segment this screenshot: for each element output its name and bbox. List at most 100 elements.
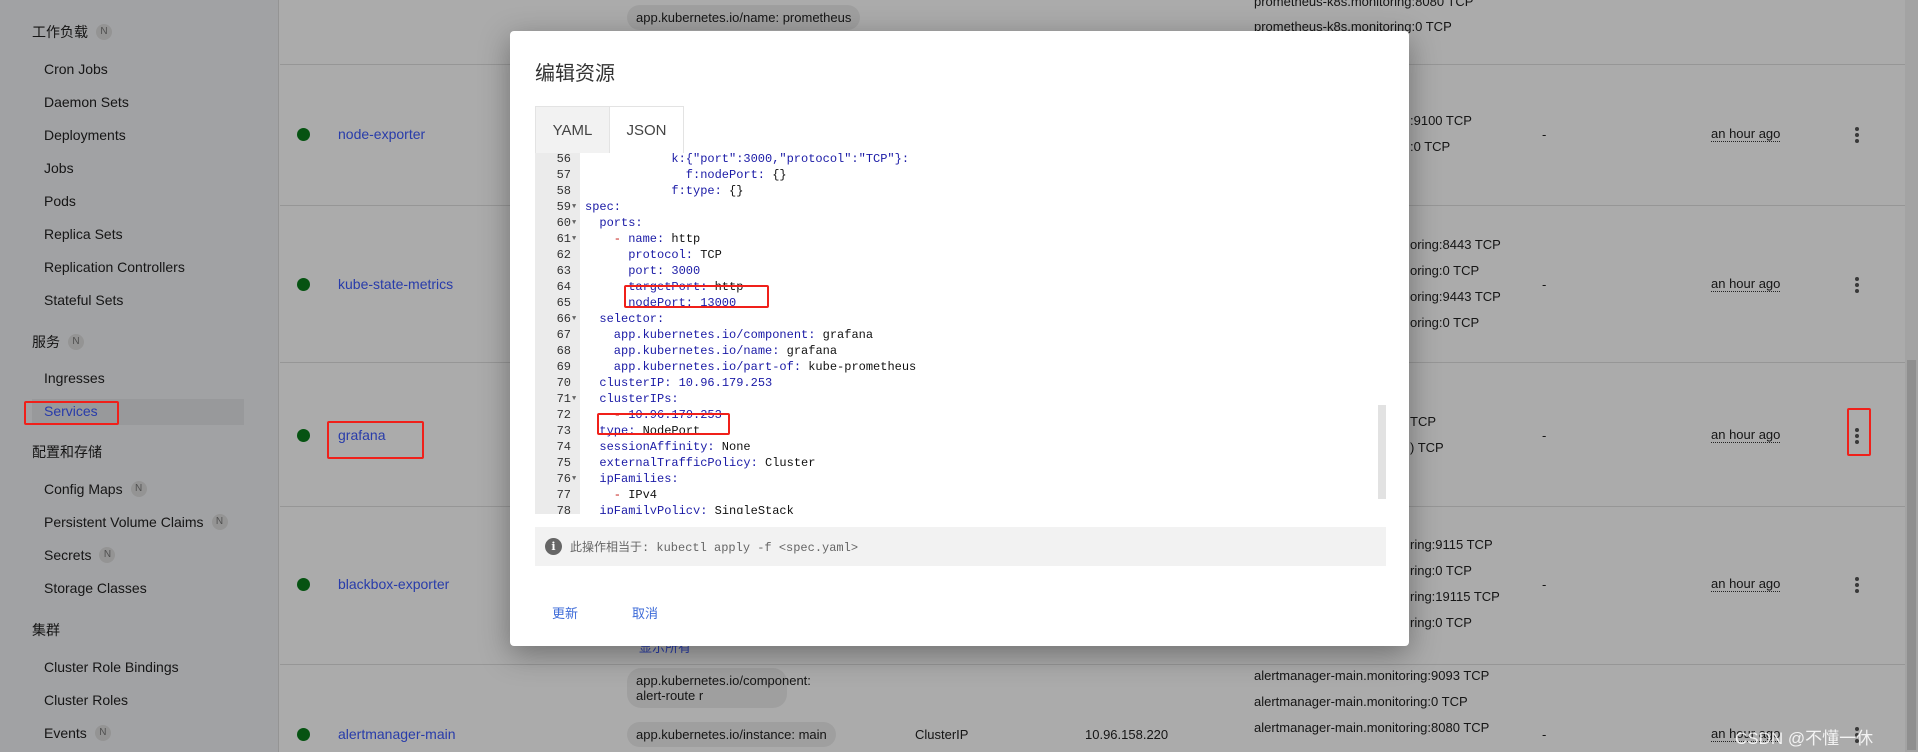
yaml-value: Cluster: [757, 456, 816, 470]
line-number: 58: [556, 184, 571, 198]
highlight-box-grafana: [327, 421, 424, 459]
code-text: ports:: [599, 215, 642, 231]
code-line: 76 ▼ ipFamilies:: [535, 471, 1386, 487]
code-line: 60 ▼ ports:: [535, 215, 1386, 231]
code-text: - IPv4: [614, 487, 657, 503]
line-number: 60: [556, 216, 571, 230]
line-number: 66: [556, 312, 571, 326]
code-line: 63 port: 3000: [535, 263, 1386, 279]
code-text: - name: http: [614, 231, 700, 247]
fold-toggle-icon[interactable]: ▼: [572, 471, 576, 487]
line-number: 64: [556, 280, 571, 294]
code-text: ipFamilyPolicy: SingleStack: [599, 503, 793, 514]
yaml-value: None: [714, 440, 751, 454]
yaml-value: IPv4: [628, 488, 658, 502]
yaml-value: TCP: [693, 248, 722, 262]
fold-toggle-icon[interactable]: ▼: [572, 215, 576, 231]
yaml-value: grafana: [815, 328, 874, 342]
line-number: 71: [556, 392, 571, 406]
code-text: ipFamilies:: [599, 471, 678, 487]
line-number: 70: [556, 376, 571, 390]
highlight-box-services: [24, 401, 119, 425]
yaml-key: app.kubernetes.io/component:: [613, 328, 816, 342]
yaml-key: clusterIP:: [599, 376, 672, 390]
code-text: spec:: [585, 199, 621, 215]
yaml-value: grafana: [779, 344, 838, 358]
code-line: 61 ▼ - name: http: [535, 231, 1386, 247]
yaml-key: ports:: [599, 216, 643, 230]
yaml-key: app.kubernetes.io/part-of:: [613, 360, 802, 374]
highlight-box-nodeport: [624, 285, 769, 308]
code-line: 71 ▼ clusterIPs:: [535, 391, 1386, 407]
code-line: 74 sessionAffinity: None: [535, 439, 1386, 455]
watermark: CSDN @不懂一休: [1735, 729, 1874, 748]
line-number: 57: [556, 168, 571, 182]
code-line: 70 clusterIP: 10.96.179.253: [535, 375, 1386, 391]
yaml-key: k:{"port":3000,"protocol":"TCP"}:: [671, 153, 910, 166]
code-text: port: 3000: [628, 263, 700, 279]
yaml-value: http: [664, 232, 701, 246]
fold-toggle-icon[interactable]: ▼: [572, 311, 576, 327]
code-line: 75 externalTrafficPolicy: Cluster: [535, 455, 1386, 471]
yaml-key: name:: [628, 232, 665, 246]
yaml-key: selector:: [599, 312, 665, 326]
code-text: app.kubernetes.io/component: grafana: [614, 327, 873, 343]
fold-toggle-icon[interactable]: ▼: [572, 199, 576, 215]
yaml-key: ipFamilyPolicy:: [599, 504, 708, 514]
line-number: 75: [556, 456, 571, 470]
line-number: 77: [556, 488, 571, 502]
line-number: 61: [556, 232, 571, 246]
code-line: 77 - IPv4: [535, 487, 1386, 503]
code-text: f:nodePort: {}: [686, 167, 787, 183]
yaml-key: app.kubernetes.io/name:: [613, 344, 780, 358]
code-line: 62 protocol: TCP: [535, 247, 1386, 263]
code-line: 69 app.kubernetes.io/part-of: kube-promet…: [535, 359, 1386, 375]
yaml-key: clusterIPs:: [599, 392, 679, 406]
line-number: 65: [556, 296, 571, 310]
line-number: 74: [556, 440, 571, 454]
yaml-value: {}: [721, 184, 744, 198]
yaml-number: 3000: [664, 264, 701, 278]
yaml-key: sessionAffinity:: [599, 440, 715, 454]
code-line: 67 app.kubernetes.io/component: grafana: [535, 327, 1386, 343]
line-number: 69: [556, 360, 571, 374]
code-line: 57 f:nodePort: {}: [535, 167, 1386, 183]
tab-yaml[interactable]: YAML: [535, 106, 610, 154]
line-number: 63: [556, 264, 571, 278]
code-text: selector:: [599, 311, 664, 327]
code-text: externalTrafficPolicy: Cluster: [599, 455, 815, 471]
line-number: 78: [556, 504, 571, 514]
edit-resource-dialog: 编辑资源 YAML JSON 56 k:{"port":3000,"protoco…: [510, 31, 1409, 646]
yaml-key: ipFamilies:: [599, 472, 679, 486]
code-text: protocol: TCP: [628, 247, 722, 263]
line-number: 68: [556, 344, 571, 358]
yaml-editor[interactable]: 56 k:{"port":3000,"protocol":"TCP"}: 57 f:n…: [535, 153, 1386, 514]
code-line: 59 ▼ spec:: [535, 199, 1386, 215]
yaml-key: protocol:: [628, 248, 693, 262]
code-text: app.kubernetes.io/name: grafana: [614, 343, 837, 359]
cancel-button[interactable]: 取消: [632, 603, 658, 622]
dialog-title: 编辑资源: [535, 63, 615, 85]
code-text: app.kubernetes.io/part-of: kube-promethe…: [614, 359, 916, 375]
info-icon: i: [545, 538, 562, 555]
update-button[interactable]: 更新: [552, 603, 578, 622]
yaml-value: SingleStack: [707, 504, 794, 514]
tab-json[interactable]: JSON: [609, 106, 684, 154]
yaml-key: f:type:: [671, 184, 722, 198]
code-text: clusterIP: 10.96.179.253: [599, 375, 772, 391]
yaml-key: f:nodePort:: [685, 168, 766, 182]
fold-toggle-icon[interactable]: ▼: [572, 231, 576, 247]
code-text: clusterIPs:: [599, 391, 678, 407]
list-dash: -: [613, 232, 629, 246]
highlight-box-kebab: [1847, 408, 1871, 456]
code-text: sessionAffinity: None: [599, 439, 750, 455]
code-line: 66 ▼ selector:: [535, 311, 1386, 327]
line-number: 76: [556, 472, 571, 486]
line-number: 73: [556, 424, 571, 438]
yaml-key: externalTrafficPolicy:: [599, 456, 758, 470]
line-number: 56: [556, 153, 571, 166]
fold-toggle-icon[interactable]: ▼: [572, 391, 576, 407]
code-line: 56 k:{"port":3000,"protocol":"TCP"}:: [535, 153, 1386, 167]
line-number: 59: [556, 200, 571, 214]
line-number: 72: [556, 408, 571, 422]
